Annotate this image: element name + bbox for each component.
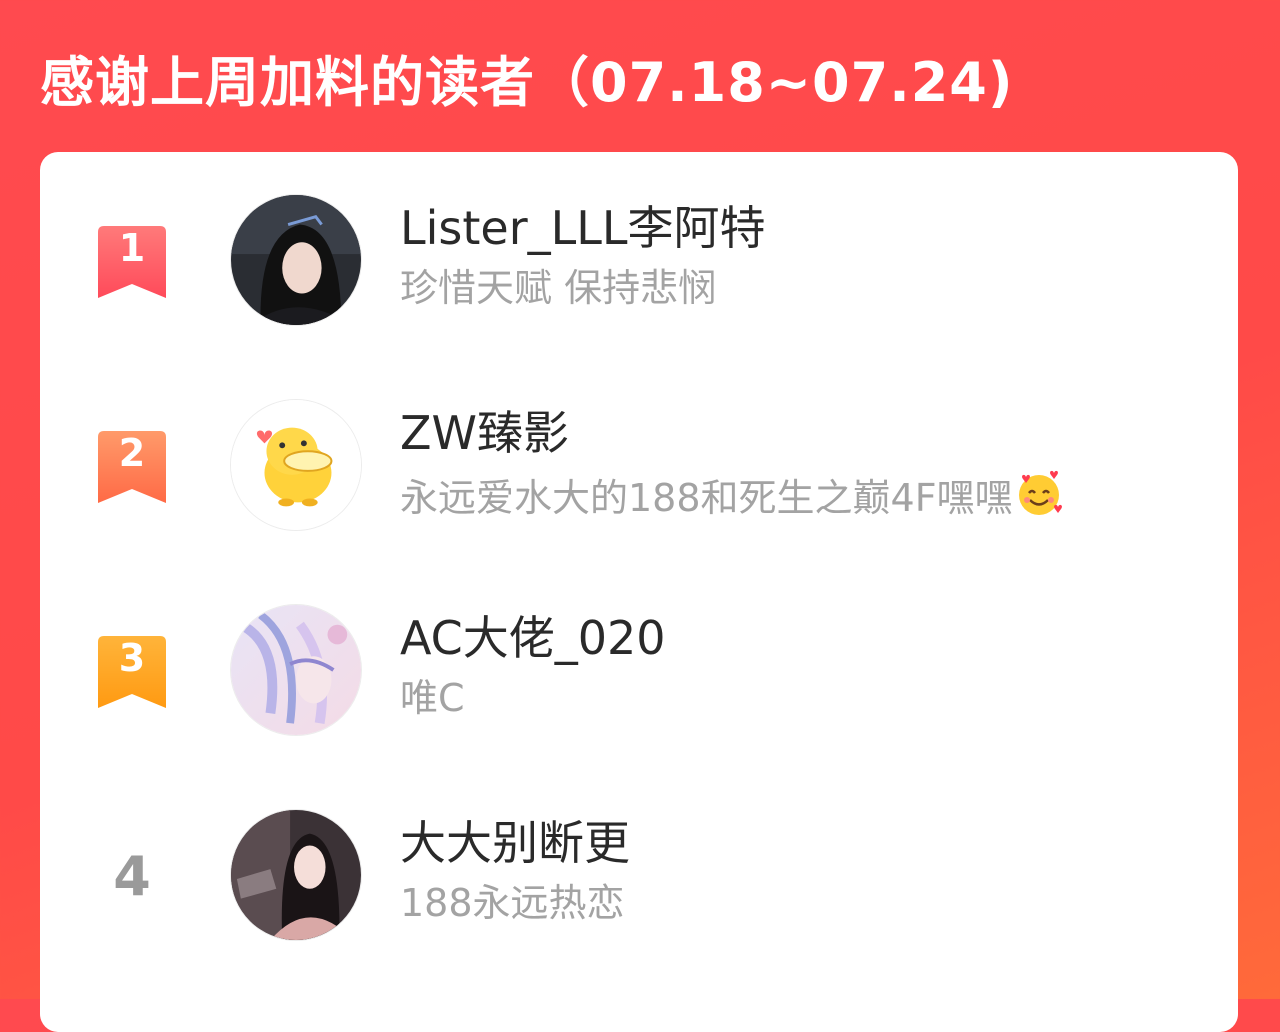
rank-1-badge-icon: 1 [98, 226, 166, 298]
reader-name: Lister_LLL李阿特 [400, 201, 766, 255]
avatar[interactable] [230, 194, 362, 326]
reader-row[interactable]: 4 大大别断更 188永远热恋 [40, 807, 1238, 947]
reader-name: 大大别断更 [400, 816, 630, 870]
reader-row[interactable]: 2 ZW臻影 永远爱水大的188和死生之巅4F嘿嘿 [40, 397, 1238, 537]
reader-row[interactable]: 1 Lister_LLL李阿特 珍惜天赋 保持悲悯 [40, 192, 1238, 332]
avatar[interactable] [230, 809, 362, 941]
reader-motto: 唯C [400, 676, 465, 720]
reader-motto: 永远爱水大的188和死生之巅4F嘿嘿 [400, 469, 1063, 528]
rank-3-badge-icon: 3 [98, 636, 166, 708]
avatar[interactable] [230, 399, 362, 531]
rank-2-badge-icon: 2 [98, 431, 166, 503]
reader-list-card: 1 Lister_LLL李阿特 珍惜天赋 保持悲悯 2 ZW臻影 永远爱水大的1… [40, 152, 1238, 1032]
rank-number: 4 [113, 845, 151, 908]
page-title: 感谢上周加料的读者（07.18~07.24) [40, 51, 1014, 114]
rank-number: 1 [118, 226, 146, 270]
avatar[interactable] [230, 604, 362, 736]
reader-name: ZW臻影 [400, 406, 569, 460]
reader-name: AC大佬_020 [400, 611, 666, 665]
reader-row[interactable]: 3 AC大佬_020 唯C [40, 602, 1238, 742]
smiling-face-with-hearts-icon [1015, 469, 1063, 528]
reader-motto: 珍惜天赋 保持悲悯 [400, 266, 717, 310]
rank-number: 2 [118, 431, 146, 475]
reader-motto: 188永远热恋 [400, 881, 625, 925]
reader-motto-text: 永远爱水大的188和死生之巅4F嘿嘿 [400, 476, 1013, 520]
rank-number: 3 [118, 636, 146, 680]
